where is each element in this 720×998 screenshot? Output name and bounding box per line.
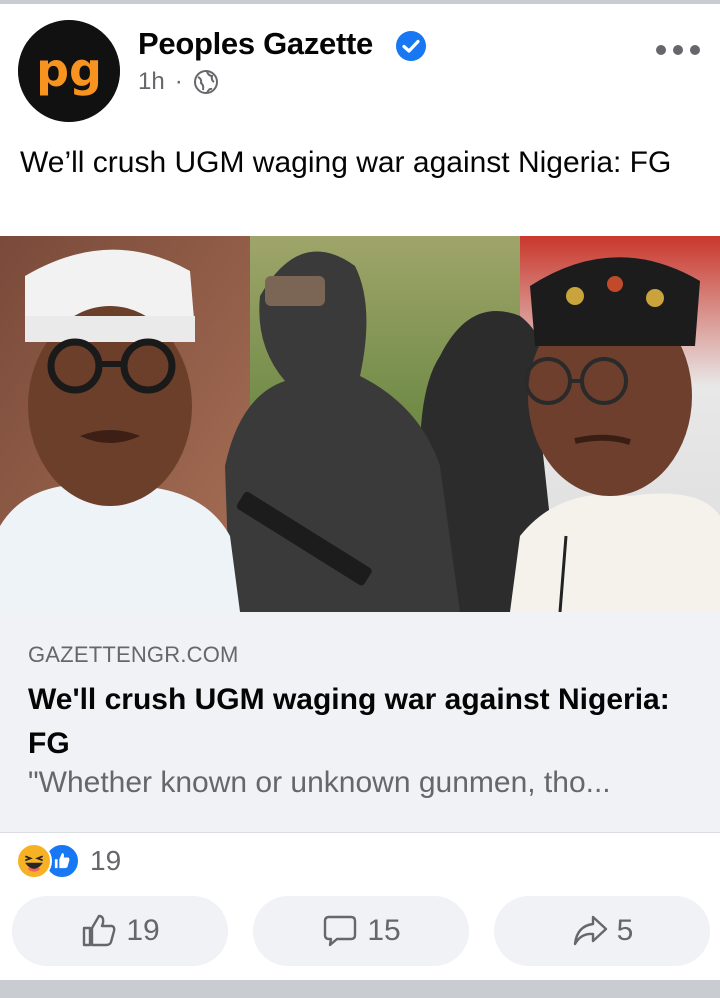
svg-text:pg: pg: [36, 43, 102, 97]
feed-separator-bottom: [0, 980, 720, 998]
more-options-icon[interactable]: [656, 38, 700, 62]
share-arrow-icon: [573, 915, 607, 946]
reaction-count: 19: [90, 845, 122, 876]
verified-badge-icon: [396, 31, 426, 61]
link-description: "Whether known or unknown gunmen, tho...: [28, 766, 611, 799]
share-count: 5: [616, 914, 634, 947]
post-meta: 1h ·: [138, 66, 219, 98]
news-photo-illustration: [0, 236, 720, 612]
page-name[interactable]: Peoples Gazette: [138, 26, 373, 62]
meta-separator: ·: [174, 68, 183, 95]
like-button[interactable]: 19: [12, 896, 228, 966]
link-preview-image[interactable]: [0, 236, 720, 612]
feed-separator-top: [0, 0, 720, 4]
link-title: We'll crush UGM waging war against Niger…: [28, 683, 670, 760]
comment-count: 15: [367, 914, 401, 947]
haha-reaction-icon: [16, 843, 52, 879]
share-button[interactable]: 5: [494, 896, 710, 966]
comment-icon: [324, 915, 357, 947]
page-avatar[interactable]: pg: [18, 20, 120, 122]
post-time[interactable]: 1h: [138, 68, 165, 96]
post-text: We’ll crush UGM waging war against Niger…: [20, 146, 672, 179]
comment-button[interactable]: 15: [253, 896, 469, 966]
like-count: 19: [126, 914, 160, 947]
reactions-summary[interactable]: 19: [16, 842, 121, 880]
globe-icon: [193, 70, 218, 94]
thumbs-up-icon: [83, 914, 116, 947]
post-actions: 19 15 5: [12, 896, 710, 966]
link-preview-card[interactable]: GAZETTENGR.COM We'll crush UGM waging wa…: [0, 612, 720, 833]
link-domain: GAZETTENGR.COM: [28, 642, 239, 667]
peoples-gazette-logo: pg: [18, 20, 120, 122]
